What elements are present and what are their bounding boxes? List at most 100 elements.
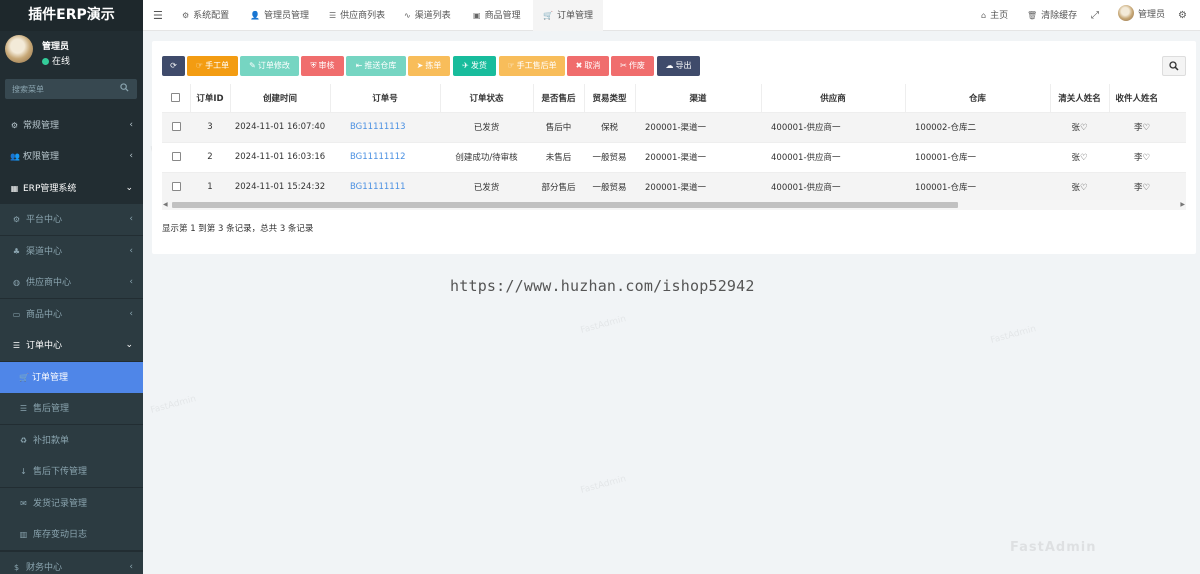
sidebar-item-label: 商品中心 bbox=[26, 310, 63, 320]
user-icon: 👤 bbox=[250, 11, 260, 20]
search-icon[interactable] bbox=[120, 83, 129, 92]
sidebar-item-permission[interactable]: 👥 权限管理 ‹ bbox=[0, 141, 143, 172]
scrollbar-thumb[interactable] bbox=[172, 202, 958, 208]
table-row[interactable]: 1 2024-11-01 15:24:32 BG11111111 已发货 部分售… bbox=[162, 172, 1186, 203]
sidebar-item-channel[interactable]: ♣ 渠道中心 ‹ bbox=[0, 236, 143, 267]
push-warehouse-button[interactable]: ⇤ 推送仓库 bbox=[346, 56, 406, 76]
button-label: 订单修改 bbox=[257, 61, 290, 70]
column-header[interactable]: 渠道 bbox=[635, 84, 762, 113]
close-icon: ✖ bbox=[575, 61, 583, 70]
link-icon: ∿ bbox=[404, 11, 411, 20]
sidebar-item-aftersale[interactable]: ☰ 售后管理 bbox=[0, 393, 143, 424]
tab-order-manage[interactable]: 🛒 订单管理 bbox=[533, 0, 603, 31]
cancel-button[interactable]: ✖ 取消 bbox=[567, 56, 609, 76]
table-search-button[interactable] bbox=[1162, 56, 1186, 76]
tab-channel-list[interactable]: ∿ 渠道列表 bbox=[404, 0, 451, 31]
ship-button[interactable]: ✈ 发货 bbox=[453, 56, 496, 76]
column-header[interactable]: 订单号 bbox=[330, 84, 441, 113]
sidebar-item-erp[interactable]: ▦ ERP管理系统 ⌄ bbox=[0, 173, 143, 204]
home-link[interactable]: ⌂ 主页 bbox=[981, 0, 1008, 31]
clear-cache-button[interactable]: 🗑 清除缓存 bbox=[1027, 0, 1077, 31]
horizontal-scrollbar[interactable]: ◀ ▶ bbox=[162, 200, 1186, 210]
tab-supplier-list[interactable]: ☰ 供应商列表 bbox=[329, 0, 385, 31]
column-header[interactable]: 订单ID bbox=[190, 84, 231, 113]
sidebar-item-platform[interactable]: ⚙ 平台中心 ‹ bbox=[0, 204, 143, 235]
tab-admin-manage[interactable]: 👤 管理员管理 bbox=[250, 0, 309, 31]
sidebar-item-finance[interactable]: $ 财务中心 ‹ bbox=[0, 552, 143, 574]
pick-button[interactable]: ➤ 拣单 bbox=[408, 56, 450, 76]
trash-icon: 🗑 bbox=[1027, 11, 1038, 20]
table-cell: 2024-11-01 15:24:32 bbox=[230, 172, 330, 203]
table-cell: 200001-渠道一 bbox=[635, 172, 761, 203]
scroll-left-icon[interactable]: ◀ bbox=[163, 201, 168, 208]
row-checkbox[interactable] bbox=[171, 152, 181, 161]
button-label: 导出 bbox=[675, 61, 692, 70]
table-row[interactable]: 2 2024-11-01 16:03:16 BG11111112 创建成功/待审… bbox=[162, 142, 1186, 173]
row-checkbox[interactable] bbox=[171, 122, 181, 131]
order-table: 订单ID 创建时间 订单号 订单状态 是否售后 贸易类型 渠道 供应商 仓库 清… bbox=[162, 84, 1186, 203]
column-header[interactable]: 收件人姓名 bbox=[1109, 84, 1186, 113]
manual-aftersale-button[interactable]: ☞ 手工售后单 bbox=[499, 56, 565, 76]
column-header[interactable]: 仓库 bbox=[905, 84, 1051, 113]
void-button[interactable]: ✂ 作废 bbox=[611, 56, 654, 76]
column-header[interactable]: 是否售后 bbox=[533, 84, 585, 113]
column-header[interactable]: 贸易类型 bbox=[584, 84, 636, 113]
sidebar-item-goods[interactable]: ▭ 商品中心 ‹ bbox=[0, 299, 143, 330]
table-cell: 已发货 bbox=[440, 112, 533, 143]
brand-watermark: FastAdmin bbox=[1010, 540, 1097, 555]
sidebar-item-general[interactable]: ⚙ 常规管理 ‹ bbox=[0, 110, 143, 141]
scroll-right-icon[interactable]: ▶ bbox=[1180, 201, 1185, 208]
button-label: 拣单 bbox=[425, 61, 442, 70]
sidebar-item-label: 订单中心 bbox=[26, 341, 63, 351]
admin-menu[interactable]: 管理员 bbox=[1118, 0, 1165, 31]
sidebar-item-stock-log[interactable]: ▥ 库存变动日志 bbox=[0, 519, 143, 550]
sidebar-item-supplier[interactable]: ◍ 供应商中心 ‹ bbox=[0, 267, 143, 298]
chevron-left-icon: ‹ bbox=[129, 562, 133, 572]
home-label: 主页 bbox=[990, 11, 1009, 21]
select-all-checkbox[interactable] bbox=[171, 92, 181, 102]
column-header[interactable]: 创建时间 bbox=[230, 84, 331, 113]
table-cell: 400001-供应商一 bbox=[761, 172, 905, 203]
column-header[interactable]: 清关人姓名 bbox=[1050, 84, 1110, 113]
bar-chart-icon: ▥ bbox=[19, 530, 28, 539]
tab-label: 订单管理 bbox=[556, 11, 593, 21]
tab-goods-manage[interactable]: ▣ 商品管理 bbox=[473, 0, 521, 31]
sidebar-item-label: 库存变动日志 bbox=[33, 530, 88, 540]
table-cell: 1 bbox=[190, 172, 230, 203]
app-logo[interactable]: 插件ERP演示 bbox=[0, 0, 143, 31]
order-number-link[interactable]: BG11111112 bbox=[350, 152, 406, 162]
order-number-link[interactable]: BG11111111 bbox=[350, 182, 406, 192]
sidebar-item-label: 售后下传管理 bbox=[33, 467, 88, 477]
audit-button[interactable]: ⛨ 审核 bbox=[301, 56, 344, 76]
settings-button[interactable]: ⚙ bbox=[1178, 0, 1187, 31]
pencil-icon: ✎ bbox=[249, 61, 256, 70]
sidebar-item-aftersale-push[interactable]: ↓ 售后下传管理 bbox=[0, 456, 143, 487]
table-cell: 部分售后 bbox=[533, 172, 584, 203]
sidebar-item-label: 平台中心 bbox=[26, 215, 63, 225]
manual-order-button[interactable]: ☞ 手工单 bbox=[187, 56, 238, 76]
table-cell: 400001-供应商一 bbox=[761, 112, 905, 143]
column-header[interactable]: 订单状态 bbox=[440, 84, 534, 113]
twitter-icon: ✈ bbox=[462, 61, 469, 70]
refresh-button[interactable]: ⟳ bbox=[162, 56, 185, 76]
column-header[interactable]: 供应商 bbox=[761, 84, 906, 113]
order-number-link[interactable]: BG11111113 bbox=[350, 122, 406, 132]
sidebar: 插件ERP演示 管理员 在线 ⚙ 常规管理 ‹ 👥权限管理 ‹ ▦ ERP管理系统 ⌄ ⚙… bbox=[0, 0, 143, 574]
fullscreen-button[interactable]: ⤢ bbox=[1091, 0, 1099, 31]
sidebar-item-label: 渠道中心 bbox=[26, 247, 63, 257]
table-row[interactable]: 3 2024-11-01 16:07:40 BG11111113 已发货 售后中… bbox=[162, 112, 1186, 143]
table-cell: 未售后 bbox=[533, 142, 584, 173]
sidebar-item-shipping-log[interactable]: ✉ 发货记录管理 bbox=[0, 488, 143, 519]
tab-system-config[interactable]: ⚙ 系统配置 bbox=[182, 0, 229, 31]
sidebar-item-deduction[interactable]: ♻ 补扣款单 bbox=[0, 425, 143, 456]
table-cell: 保税 bbox=[584, 112, 635, 143]
sidebar-item-order-manage[interactable]: 🛒 订单管理 bbox=[0, 362, 143, 393]
menu-search-input[interactable] bbox=[5, 79, 115, 99]
user-panel: 管理员 在线 bbox=[0, 31, 143, 75]
row-checkbox[interactable] bbox=[171, 182, 181, 191]
cogs-icon: ⚙ bbox=[10, 121, 19, 130]
sidebar-item-order-center[interactable]: ☰ 订单中心 ⌄ bbox=[0, 330, 143, 361]
edit-order-button[interactable]: ✎ 订单修改 bbox=[240, 56, 299, 76]
export-button[interactable]: ☁ 导出 bbox=[657, 56, 700, 76]
menu-toggle[interactable]: ☰ bbox=[153, 0, 163, 31]
